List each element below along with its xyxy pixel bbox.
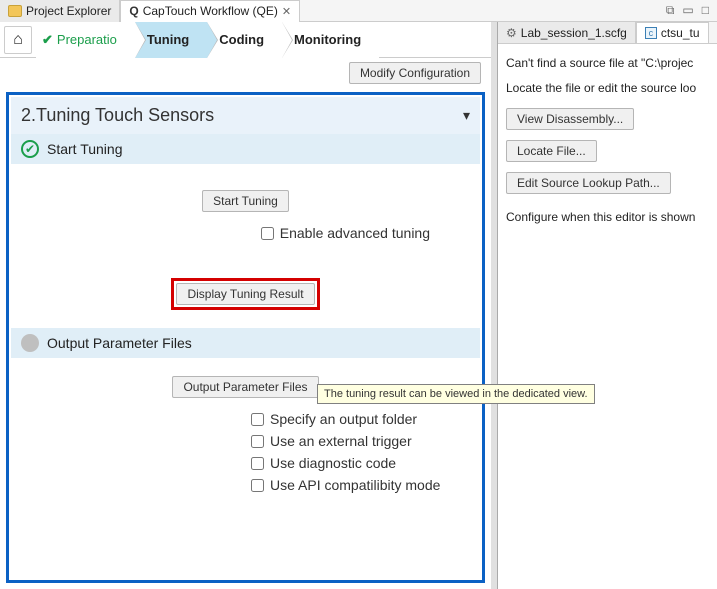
message-line-2: Locate the file or edit the source loo bbox=[506, 79, 709, 98]
use-diagnostic-code-checkbox[interactable]: Use diagnostic code bbox=[251, 455, 396, 471]
maximize-icon[interactable]: □ bbox=[702, 3, 709, 18]
checkbox-label: Use diagnostic code bbox=[270, 455, 396, 471]
panel-header[interactable]: 2.Tuning Touch Sensors ▾ bbox=[11, 97, 480, 134]
tuning-panel: 2.Tuning Touch Sensors ▾ ✔ Start Tuning … bbox=[6, 92, 485, 583]
use-api-compat-checkbox[interactable]: Use API compatilibity mode bbox=[251, 477, 440, 493]
message-line-3: Configure when this editor is shown bbox=[506, 208, 709, 227]
collapse-caret-icon[interactable]: ▾ bbox=[463, 107, 470, 124]
right-tabbar: ⚙ Lab_session_1.scfg c ctsu_tu bbox=[498, 22, 717, 44]
tab-label: CapTouch Workflow (QE) bbox=[143, 4, 278, 18]
output-files-section: Output Parameter Files Specify an output… bbox=[11, 358, 480, 508]
checkbox-label: Enable advanced tuning bbox=[280, 225, 430, 241]
checkbox-label: Use API compatilibity mode bbox=[270, 477, 440, 493]
checkbox-input[interactable] bbox=[261, 227, 274, 240]
left-pane: ⌂ ✔ Preparatio Tuning Coding Monitoring … bbox=[0, 22, 497, 589]
section-title: Output Parameter Files bbox=[47, 335, 192, 351]
source-not-found-editor: Can't find a source file at "C:\projec L… bbox=[498, 44, 717, 244]
start-tuning-section-header[interactable]: ✔ Start Tuning bbox=[11, 134, 480, 164]
enable-advanced-tuning-checkbox[interactable]: Enable advanced tuning bbox=[261, 225, 430, 241]
tab-captouch-workflow[interactable]: Q CapTouch Workflow (QE) ✕ bbox=[120, 0, 300, 22]
nav-label: Tuning bbox=[147, 32, 189, 47]
tooltip: The tuning result can be viewed in the d… bbox=[317, 384, 595, 404]
gear-icon: ⚙ bbox=[506, 26, 517, 40]
display-tuning-result-button[interactable]: Display Tuning Result bbox=[176, 283, 314, 305]
tab-label: Project Explorer bbox=[26, 4, 111, 18]
section-title: Start Tuning bbox=[47, 141, 123, 157]
start-tuning-button[interactable]: Start Tuning bbox=[202, 190, 289, 212]
start-tuning-section: Start Tuning Enable advanced tuning Disp… bbox=[11, 164, 480, 328]
output-parameter-files-button[interactable]: Output Parameter Files bbox=[172, 376, 318, 398]
nav-monitoring[interactable]: Monitoring bbox=[282, 22, 379, 58]
checkbox-input[interactable] bbox=[251, 479, 264, 492]
pending-circle-icon bbox=[21, 334, 39, 352]
workflow-nav: ⌂ ✔ Preparatio Tuning Coding Monitoring bbox=[0, 22, 491, 58]
home-button[interactable]: ⌂ bbox=[4, 26, 32, 54]
nav-label: Monitoring bbox=[294, 32, 361, 47]
nav-coding[interactable]: Coding bbox=[207, 22, 282, 58]
locate-file-button[interactable]: Locate File... bbox=[506, 140, 597, 162]
minimize-icon[interactable]: ▭ bbox=[682, 3, 693, 18]
checkbox-label: Use an external trigger bbox=[270, 433, 412, 449]
tab-lab-session[interactable]: ⚙ Lab_session_1.scfg bbox=[498, 22, 636, 44]
nav-preparation[interactable]: ✔ Preparatio bbox=[36, 22, 135, 58]
modify-configuration-button[interactable]: Modify Configuration bbox=[349, 62, 481, 84]
checkbox-input[interactable] bbox=[251, 457, 264, 470]
nav-label: Coding bbox=[219, 32, 264, 47]
left-tabbar: Project Explorer Q CapTouch Workflow (QE… bbox=[0, 0, 717, 22]
tab-label: Lab_session_1.scfg bbox=[521, 26, 627, 40]
checkbox-input[interactable] bbox=[251, 435, 264, 448]
specify-output-folder-checkbox[interactable]: Specify an output folder bbox=[251, 411, 417, 427]
c-file-icon: c bbox=[645, 27, 657, 39]
tab-project-explorer[interactable]: Project Explorer bbox=[0, 0, 120, 22]
tab-label: ctsu_tu bbox=[661, 26, 700, 40]
output-files-section-header[interactable]: Output Parameter Files bbox=[11, 328, 480, 358]
panel-title: 2.Tuning Touch Sensors bbox=[21, 105, 214, 126]
highlight-box: Display Tuning Result bbox=[171, 278, 319, 310]
check-circle-icon: ✔ bbox=[21, 140, 39, 158]
use-external-trigger-checkbox[interactable]: Use an external trigger bbox=[251, 433, 412, 449]
view-disassembly-button[interactable]: View Disassembly... bbox=[506, 108, 634, 130]
checkbox-input[interactable] bbox=[251, 413, 264, 426]
close-icon[interactable]: ✕ bbox=[282, 5, 291, 18]
nav-label: Preparatio bbox=[57, 32, 117, 47]
tabbar-actions: ⧉ ▭ □ bbox=[666, 3, 717, 18]
right-pane: ⚙ Lab_session_1.scfg c ctsu_tu Can't fin… bbox=[497, 22, 717, 589]
qe-icon: Q bbox=[129, 4, 138, 18]
tab-ctsu[interactable]: c ctsu_tu bbox=[636, 22, 709, 44]
edit-source-lookup-button[interactable]: Edit Source Lookup Path... bbox=[506, 172, 671, 194]
message-line-1: Can't find a source file at "C:\projec bbox=[506, 54, 709, 73]
folder-icon bbox=[8, 5, 22, 17]
checkbox-label: Specify an output folder bbox=[270, 411, 417, 427]
restore-icon[interactable]: ⧉ bbox=[666, 3, 675, 18]
check-icon: ✔ bbox=[42, 32, 53, 48]
